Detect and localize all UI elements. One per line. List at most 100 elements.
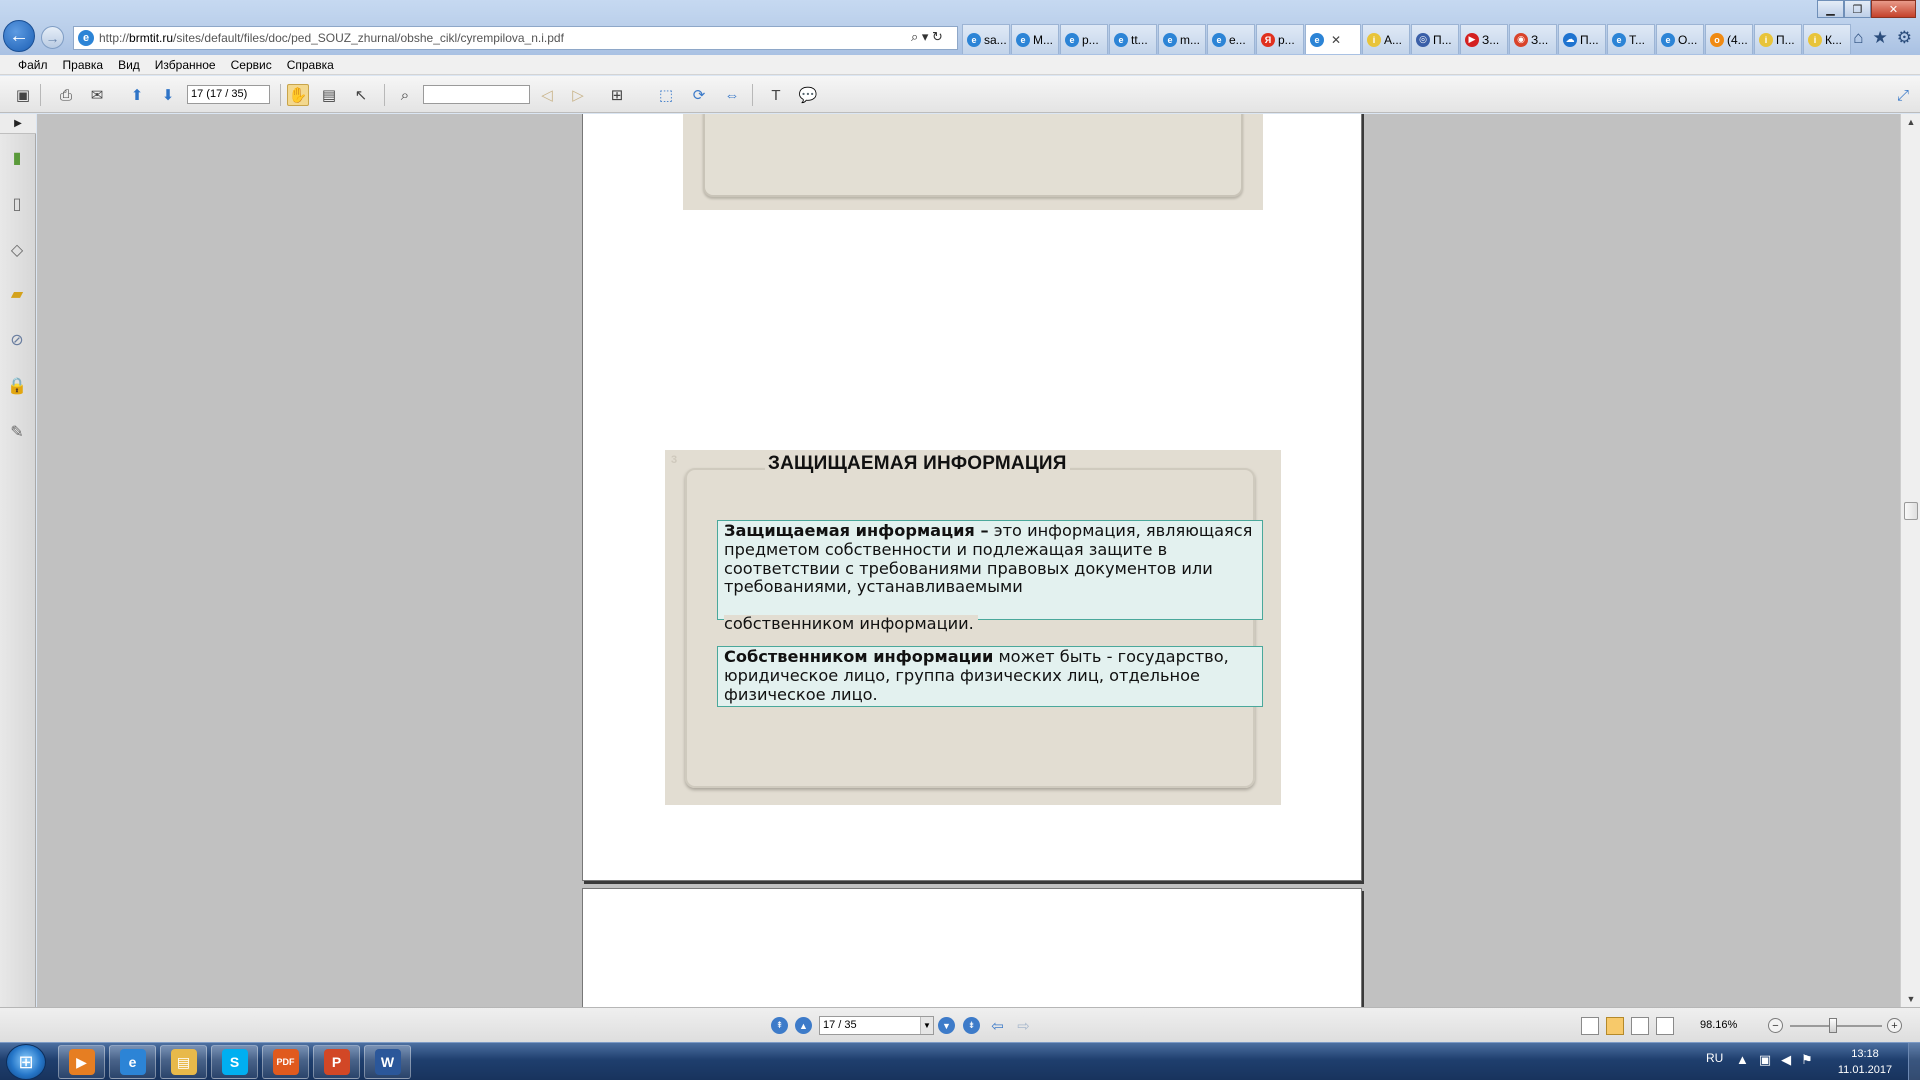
find-input[interactable] bbox=[423, 85, 530, 104]
taskbar-internet-explorer[interactable]: e bbox=[109, 1045, 156, 1079]
browser-tab[interactable]: i П... bbox=[1754, 24, 1802, 54]
taskbar-media-player[interactable]: ▶ bbox=[58, 1045, 105, 1079]
rotate-icon[interactable]: ⟳ bbox=[688, 84, 710, 106]
clock[interactable]: 13:18 11.01.2017 bbox=[1830, 1046, 1900, 1078]
hand-tool-icon[interactable]: ✋ bbox=[287, 84, 309, 106]
menu-edit[interactable]: Правка bbox=[63, 58, 104, 72]
zoom-level[interactable]: 98.16% bbox=[1700, 1019, 1737, 1031]
browser-tab[interactable]: e sa... bbox=[962, 24, 1010, 54]
internet-explorer-icon: e bbox=[119, 1049, 146, 1075]
show-desktop-button[interactable] bbox=[1908, 1043, 1920, 1080]
scroll-thumb[interactable] bbox=[1904, 502, 1918, 520]
gear-icon[interactable]: ⚙ bbox=[1897, 28, 1912, 48]
menu-favorites[interactable]: Избранное bbox=[155, 58, 216, 72]
browser-tab[interactable]: e tt... bbox=[1109, 24, 1157, 54]
pages-icon[interactable]: ▯ bbox=[6, 192, 28, 216]
fit-width-icon[interactable]: ⇔ bbox=[721, 84, 743, 106]
maximize-button[interactable]: ❐ bbox=[1844, 0, 1871, 18]
document-view[interactable]: 3 ЗАЩИЩАЕМАЯ ИНФОРМАЦИЯ Защищаемая инфор… bbox=[37, 114, 1900, 1007]
browser-tab[interactable]: e m... bbox=[1158, 24, 1206, 54]
comments-icon[interactable]: ▰ bbox=[6, 282, 28, 306]
tag-icon[interactable]: ◇ bbox=[6, 238, 28, 262]
comment-icon[interactable]: 💬 bbox=[797, 84, 819, 106]
browser-tab[interactable]: ◎ П... bbox=[1411, 24, 1459, 54]
menu-view[interactable]: Вид bbox=[118, 58, 140, 72]
menu-help[interactable]: Справка bbox=[287, 58, 334, 72]
browser-tab[interactable]: ☁ П... bbox=[1558, 24, 1606, 54]
menu-file[interactable]: Файл bbox=[18, 58, 48, 72]
minimize-button[interactable]: ▁ bbox=[1817, 0, 1844, 18]
fit-page-icon[interactable]: ⬚ bbox=[655, 84, 677, 106]
first-page-icon[interactable]: ⇞ bbox=[771, 1017, 788, 1034]
two-page-icon[interactable] bbox=[1631, 1017, 1649, 1035]
taskbar-word[interactable]: W bbox=[364, 1045, 411, 1079]
flag-icon[interactable]: ⚑ bbox=[1801, 1052, 1813, 1068]
browser-tab[interactable]: e р... bbox=[1060, 24, 1108, 54]
email-icon[interactable]: ✉ bbox=[86, 84, 108, 106]
typewriter-icon[interactable]: T bbox=[765, 84, 787, 106]
scroll-up-icon[interactable]: ▲ bbox=[1901, 114, 1920, 130]
page-number-input[interactable]: 17 (17 / 35) bbox=[187, 85, 270, 104]
prev-page-icon[interactable]: ⬆ bbox=[126, 84, 148, 106]
page-nav-input[interactable]: 17 / 35 bbox=[819, 1016, 934, 1035]
attachment-icon[interactable]: ⊘ bbox=[6, 328, 28, 352]
single-page-icon[interactable] bbox=[1581, 1017, 1599, 1035]
taskbar-file-explorer[interactable]: ▤ bbox=[160, 1045, 207, 1079]
menu-tools[interactable]: Сервис bbox=[231, 58, 272, 72]
browser-tab[interactable]: i А... bbox=[1362, 24, 1410, 54]
browser-tab[interactable]: e Т... bbox=[1607, 24, 1655, 54]
address-bar[interactable]: e http://brmtit.ru/sites/default/files/d… bbox=[73, 26, 958, 50]
previous-view-icon[interactable]: ⇦ bbox=[989, 1017, 1006, 1035]
language-indicator[interactable]: RU bbox=[1706, 1051, 1723, 1065]
address-tools[interactable]: ⌕ ▾ ↻ bbox=[898, 27, 956, 47]
expand-icon[interactable]: ⤢ bbox=[1892, 84, 1914, 106]
print-icon[interactable]: ⎙ bbox=[55, 84, 77, 106]
taskbar-skype[interactable]: S bbox=[211, 1045, 258, 1079]
select-text-icon[interactable]: ▤ bbox=[318, 84, 340, 106]
select-arrow-icon[interactable]: ↖ bbox=[350, 84, 372, 106]
page-nav-dropdown[interactable]: ▼ bbox=[920, 1017, 933, 1034]
browser-tab[interactable]: ▶ З... bbox=[1460, 24, 1508, 54]
browser-tab[interactable]: e О... bbox=[1656, 24, 1704, 54]
browser-tab[interactable]: о (4... bbox=[1705, 24, 1753, 54]
signature-icon[interactable]: ✎ bbox=[6, 420, 28, 444]
lock-icon[interactable]: 🔒 bbox=[6, 374, 28, 398]
two-page-continuous-icon[interactable] bbox=[1656, 1017, 1674, 1035]
last-page-icon[interactable]: ⇟ bbox=[963, 1017, 980, 1034]
panel-toggle-button[interactable]: ▶ bbox=[0, 114, 36, 134]
prev-page-icon[interactable]: ▲ bbox=[795, 1017, 812, 1034]
back-button[interactable]: ← bbox=[3, 20, 35, 52]
network-icon[interactable]: ▣ bbox=[1759, 1052, 1771, 1068]
forward-button[interactable]: → bbox=[41, 26, 64, 49]
star-icon[interactable]: ★ bbox=[1873, 28, 1888, 48]
browser-tab[interactable]: ◉ З... bbox=[1509, 24, 1557, 54]
browser-tab[interactable]: e e... bbox=[1207, 24, 1255, 54]
zoom-in-button[interactable]: + bbox=[1887, 1018, 1902, 1033]
start-button[interactable]: ⊞ bbox=[6, 1044, 46, 1080]
next-page-icon[interactable]: ⬇ bbox=[157, 84, 179, 106]
vertical-scrollbar[interactable]: ▲ ▼ bbox=[1900, 114, 1920, 1007]
tab-close-icon[interactable]: ✕ bbox=[1331, 33, 1341, 47]
browser-tab[interactable]: e М... bbox=[1011, 24, 1059, 54]
browser-tab[interactable]: i К... bbox=[1803, 24, 1851, 54]
home-icon[interactable]: ⌂ bbox=[1853, 28, 1863, 48]
scroll-down-icon[interactable]: ▼ bbox=[1901, 991, 1920, 1007]
save-icon[interactable]: ▣ bbox=[12, 84, 34, 106]
browser-tab[interactable]: e ✕ bbox=[1305, 24, 1361, 54]
zoom-options-icon[interactable]: ⊞ bbox=[606, 84, 628, 106]
next-view-icon[interactable]: ⇨ bbox=[1015, 1017, 1032, 1035]
bookmarks-icon[interactable]: ▮ bbox=[6, 146, 28, 170]
find-icon[interactable]: ⌕ bbox=[394, 84, 416, 106]
continuous-icon[interactable] bbox=[1606, 1017, 1624, 1035]
taskbar-pdf-reader[interactable]: PDF bbox=[262, 1045, 309, 1079]
find-prev-icon[interactable]: ◁ bbox=[536, 84, 558, 106]
volume-icon[interactable]: ◀ bbox=[1781, 1052, 1791, 1068]
tray-expand-icon[interactable]: ▲ bbox=[1736, 1052, 1749, 1068]
next-page-icon[interactable]: ▼ bbox=[938, 1017, 955, 1034]
zoom-slider-thumb[interactable] bbox=[1829, 1018, 1837, 1033]
zoom-out-button[interactable]: − bbox=[1768, 1018, 1783, 1033]
browser-tab[interactable]: Яр... bbox=[1256, 24, 1304, 54]
taskbar-powerpoint[interactable]: P bbox=[313, 1045, 360, 1079]
close-button[interactable]: ✕ bbox=[1871, 0, 1916, 18]
find-next-icon[interactable]: ▷ bbox=[567, 84, 589, 106]
